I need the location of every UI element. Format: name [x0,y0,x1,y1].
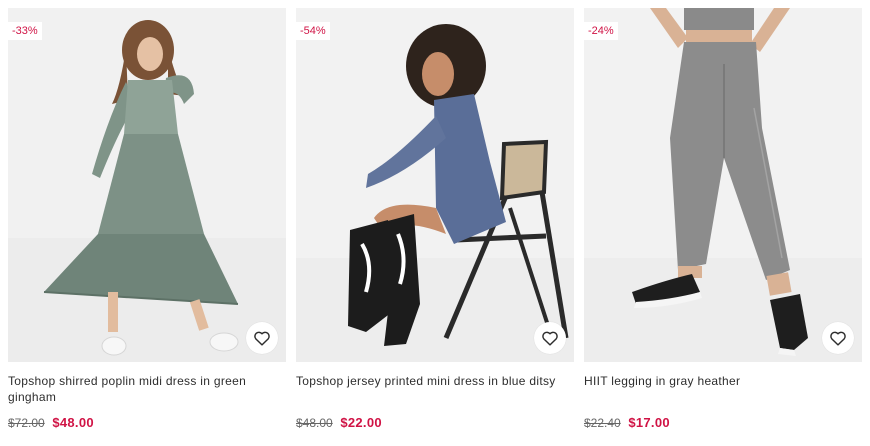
product-card[interactable]: -33% Topshop shirred poplin midi dress i… [8,8,286,432]
sale-price: $22.00 [340,415,382,430]
sale-price: $17.00 [628,415,670,430]
was-price: $48.00 [296,416,333,430]
product-image[interactable]: -54% [296,8,574,362]
product-card[interactable]: -24% HIIT legging in gray heather $22.40… [584,8,862,432]
product-title[interactable]: Topshop shirred poplin midi dress in gre… [8,373,286,407]
save-favourite-button[interactable] [246,322,278,354]
save-favourite-button[interactable] [822,322,854,354]
price-group: $48.00 $22.00 [296,414,574,432]
product-photo-green-gingham-dress [8,8,286,362]
product-title[interactable]: HIIT legging in gray heather [584,373,862,407]
product-photo-blue-ditsy-dress [296,8,574,362]
was-price: $72.00 [8,416,45,430]
product-photo-gray-leggings [584,8,862,362]
price-group: $22.40 $17.00 [584,414,862,432]
product-image[interactable]: -24% [584,8,862,362]
sale-price: $48.00 [52,415,94,430]
heart-icon [830,331,846,346]
product-image[interactable]: -33% [8,8,286,362]
product-card[interactable]: -54% Topshop jersey printed mini dress i… [296,8,574,432]
discount-badge: -54% [296,22,330,40]
discount-badge: -24% [584,22,618,40]
discount-badge: -33% [8,22,42,40]
heart-icon [254,331,270,346]
heart-icon [542,331,558,346]
product-grid: -33% Topshop shirred poplin midi dress i… [0,0,870,446]
save-favourite-button[interactable] [534,322,566,354]
product-title[interactable]: Topshop jersey printed mini dress in blu… [296,373,574,407]
was-price: $22.40 [584,416,621,430]
price-group: $72.00 $48.00 [8,414,286,432]
